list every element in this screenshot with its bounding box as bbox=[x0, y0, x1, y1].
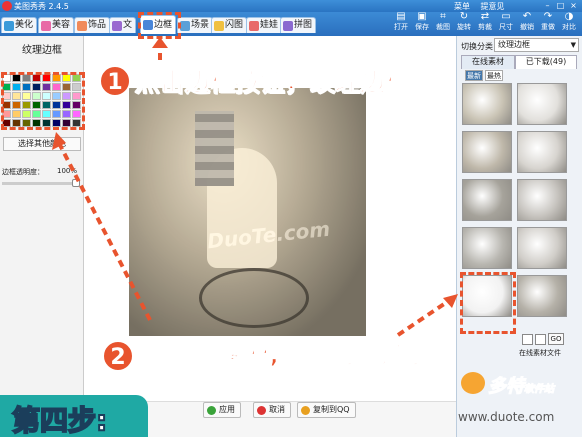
step-1-badge: 1 bbox=[99, 65, 131, 97]
step-banner: 第四步: bbox=[0, 395, 148, 438]
step-2-badge: 2 bbox=[102, 340, 134, 372]
brand-url: www.duote.com bbox=[458, 410, 555, 424]
step-banner-text: 第四步: bbox=[11, 403, 108, 438]
brand-logo-icon bbox=[461, 372, 485, 394]
brand-name-text: 多特 bbox=[488, 376, 525, 398]
step-2-instruction: 选择纹理素材,更换颜色为白色 bbox=[137, 344, 433, 370]
step-1-instruction: 点击边框按钮，纹理边框 bbox=[134, 68, 411, 98]
brand-sub: 软件站 bbox=[524, 384, 555, 396]
brand-name: 多特软件站 bbox=[488, 372, 555, 398]
